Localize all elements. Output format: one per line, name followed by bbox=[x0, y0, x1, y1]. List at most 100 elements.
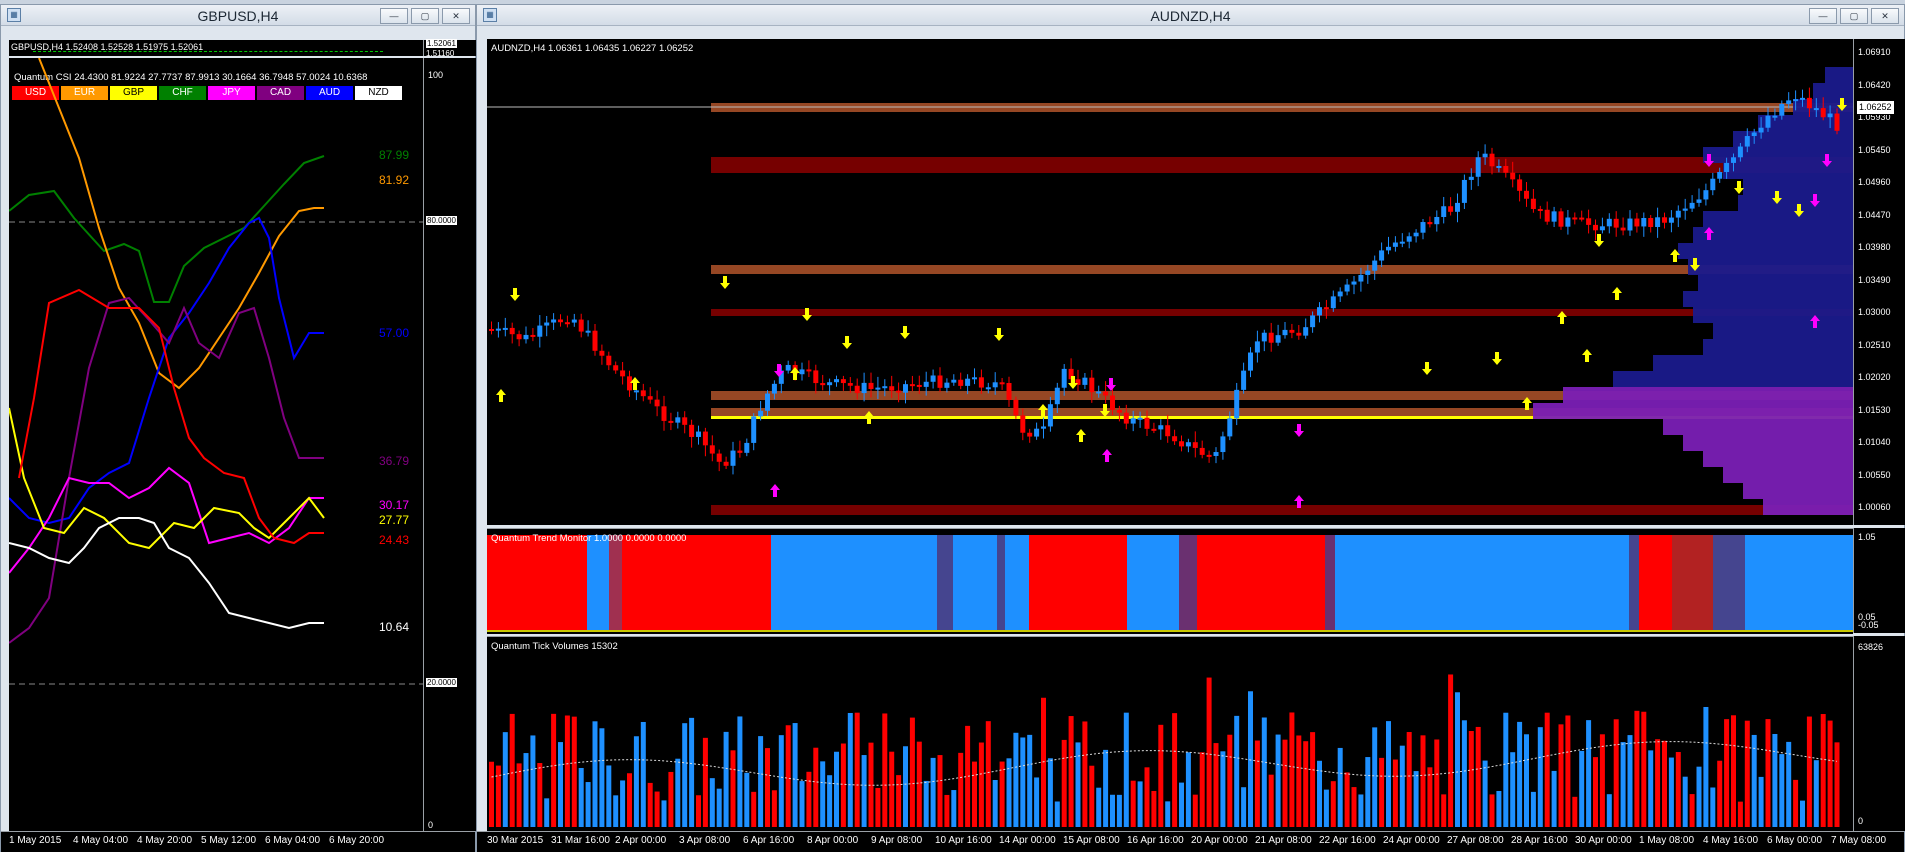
tick-volumes-panel[interactable]: Quantum Tick Volumes 15302 bbox=[487, 636, 1853, 832]
price-tick-label: 1.02020 bbox=[1858, 372, 1891, 382]
volume-bar bbox=[1020, 737, 1026, 827]
volume-profile-bar bbox=[1693, 227, 1853, 243]
volume-bar bbox=[530, 735, 536, 827]
candle-body bbox=[1655, 217, 1661, 227]
candle-body bbox=[909, 384, 915, 387]
audnzd-price-panel[interactable]: AUDNZD,H4 1.06361 1.06435 1.06227 1.0625… bbox=[487, 39, 1853, 525]
volume-bar bbox=[1717, 760, 1723, 827]
candle-body bbox=[592, 330, 598, 351]
volume-bar bbox=[1455, 692, 1460, 827]
candle-body bbox=[744, 442, 750, 453]
minimize-button[interactable]: — bbox=[1809, 8, 1837, 24]
arrow-down-icon bbox=[1106, 378, 1116, 391]
candle-body bbox=[640, 390, 646, 397]
mini-price-low: 1.51160 bbox=[426, 49, 455, 58]
candle-body bbox=[1027, 432, 1033, 437]
candle-body bbox=[537, 325, 543, 337]
csi-value-label: 57.00 bbox=[379, 326, 410, 340]
sr-zone bbox=[711, 309, 1853, 316]
volume-bar bbox=[751, 791, 757, 827]
candle-body bbox=[1572, 217, 1578, 220]
candle-body bbox=[1351, 281, 1357, 285]
candle-body bbox=[668, 420, 674, 423]
candle-body bbox=[896, 390, 902, 393]
audnzd-window[interactable]: ▦ AUDNZD,H4 — ▢ ✕ AUDNZD,H4 1.06361 1.06… bbox=[476, 4, 1905, 852]
close-button[interactable]: ✕ bbox=[1871, 8, 1899, 24]
csi-line-eur bbox=[38, 58, 324, 390]
volume-bar bbox=[516, 763, 522, 827]
volume-bar bbox=[1620, 742, 1626, 827]
candle-body bbox=[1827, 113, 1833, 118]
candle-body bbox=[1054, 387, 1060, 405]
volume-bar bbox=[1323, 789, 1329, 827]
candle-body bbox=[737, 450, 743, 453]
candle-body bbox=[1241, 370, 1247, 390]
candle-body bbox=[633, 390, 639, 393]
volume-bar bbox=[1151, 790, 1157, 827]
volume-bar bbox=[1358, 794, 1364, 827]
candle-body bbox=[509, 327, 515, 335]
volume-bar bbox=[1530, 791, 1536, 827]
gbpusd-mini-chart[interactable]: GBPUSD,H4 1.52408 1.52528 1.51975 1.5206… bbox=[9, 40, 423, 56]
candle-body bbox=[1158, 425, 1164, 430]
maximize-button[interactable]: ▢ bbox=[1840, 8, 1868, 24]
volume-bar bbox=[1675, 752, 1681, 827]
candle-body bbox=[1116, 409, 1122, 413]
volume-bar bbox=[1765, 719, 1771, 827]
trend-segment bbox=[1713, 535, 1745, 631]
volume-bar bbox=[1599, 734, 1605, 827]
candle-body bbox=[1510, 172, 1516, 180]
candle-body bbox=[1800, 97, 1805, 100]
candle-body bbox=[992, 382, 998, 388]
volume-profile-bar bbox=[1703, 211, 1853, 227]
gbpusd-window[interactable]: ▦ GBPUSD,H4 — ▢ ✕ GBPUSD,H4 1.52408 1.52… bbox=[0, 4, 484, 852]
gbpusd-titlebar[interactable]: ▦ GBPUSD,H4 — ▢ ✕ bbox=[1, 5, 475, 26]
candle-body bbox=[916, 384, 922, 387]
volume-axis-zero: 0 bbox=[1858, 816, 1864, 826]
candle-body bbox=[765, 393, 770, 411]
volume-bar bbox=[1586, 720, 1592, 827]
volume-bar bbox=[1303, 741, 1309, 827]
volume-bar bbox=[1116, 794, 1122, 827]
volume-bar bbox=[544, 798, 550, 827]
candle-body bbox=[1482, 153, 1488, 158]
volume-profile-bar bbox=[1825, 67, 1853, 83]
trend-segment bbox=[1127, 535, 1179, 631]
maximize-button[interactable]: ▢ bbox=[411, 8, 439, 24]
volume-bar bbox=[1192, 794, 1198, 827]
volume-bar bbox=[758, 736, 764, 827]
trend-segment bbox=[1029, 535, 1127, 631]
volume-bar bbox=[1420, 735, 1426, 827]
candle-body bbox=[1820, 108, 1826, 118]
volume-bar bbox=[834, 751, 839, 827]
candle-body bbox=[1213, 452, 1219, 456]
volume-profile-bar bbox=[1683, 291, 1853, 307]
volume-bar bbox=[1461, 720, 1467, 827]
candle-body bbox=[827, 382, 833, 386]
candle-body bbox=[1448, 206, 1454, 212]
volume-bar bbox=[813, 747, 819, 827]
close-button[interactable]: ✕ bbox=[442, 8, 470, 24]
candle-body bbox=[944, 382, 950, 388]
candle-body bbox=[1379, 250, 1385, 261]
volume-bar bbox=[861, 755, 867, 827]
volume-bar bbox=[489, 761, 494, 827]
minimize-button[interactable]: — bbox=[380, 8, 408, 24]
price-tick-label: 1.03490 bbox=[1858, 274, 1891, 285]
candle-body bbox=[620, 370, 626, 377]
volume-bar bbox=[854, 712, 860, 827]
volume-bar bbox=[792, 723, 798, 827]
volume-bar bbox=[1386, 721, 1391, 827]
quantum-csi-panel[interactable]: Quantum CSI 24.4300 81.9224 27.7737 87.9… bbox=[9, 58, 423, 831]
trend-monitor-panel[interactable]: Quantum Trend Monitor 1.0000 0.0000 0.00… bbox=[487, 528, 1853, 634]
volume-bar bbox=[1834, 742, 1840, 827]
candle-body bbox=[1793, 99, 1799, 102]
candle-body bbox=[1330, 296, 1336, 309]
candle-body bbox=[1199, 447, 1205, 455]
arrow-down-icon bbox=[1294, 424, 1304, 437]
volume-bar bbox=[1668, 757, 1674, 827]
audnzd-titlebar[interactable]: ▦ AUDNZD,H4 — ▢ ✕ bbox=[477, 5, 1904, 26]
csi-lines-svg bbox=[9, 58, 423, 685]
volume-bar bbox=[1047, 758, 1053, 827]
candle-body bbox=[1496, 165, 1502, 168]
